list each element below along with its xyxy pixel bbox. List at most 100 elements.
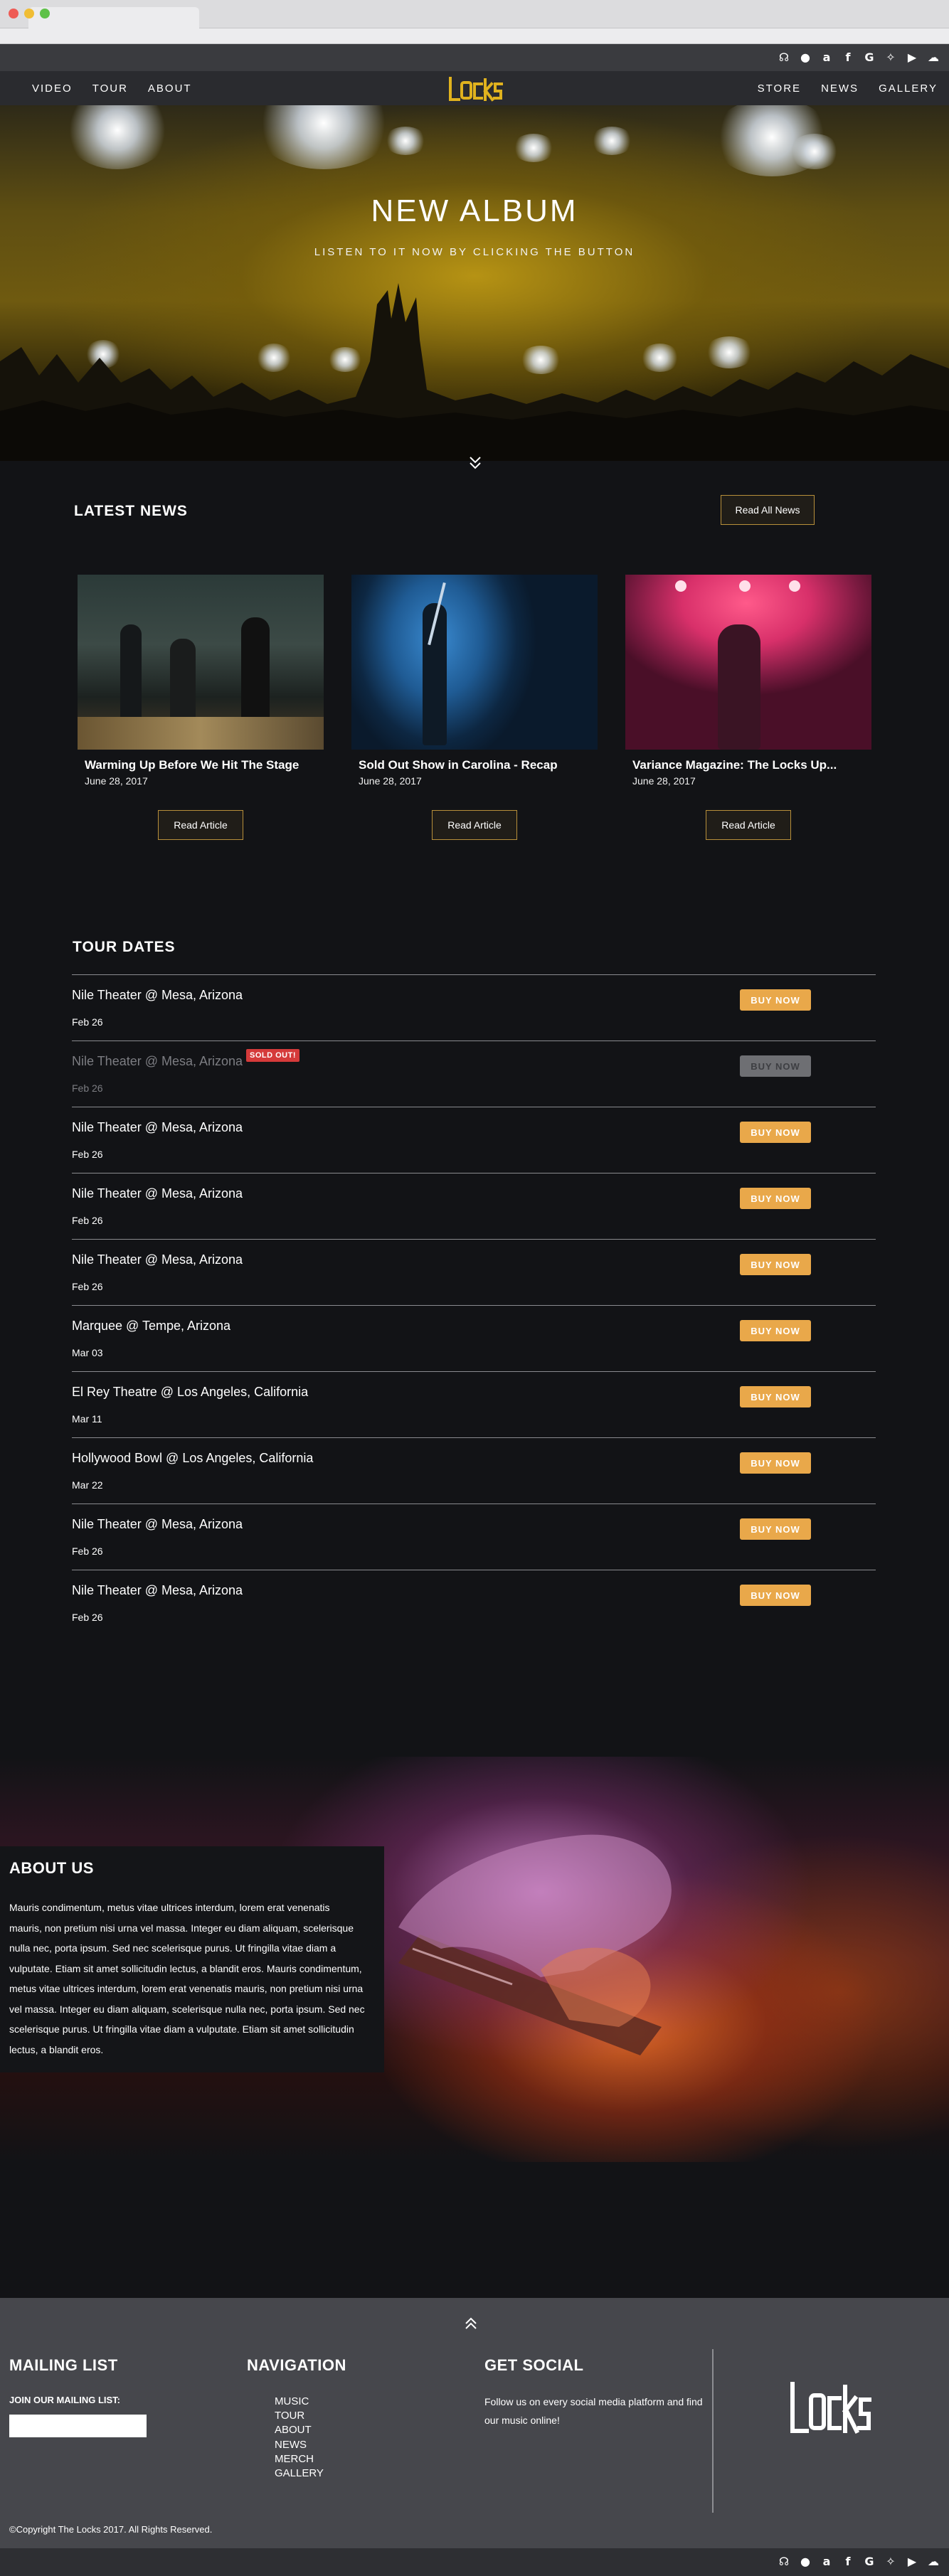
footer-nav-tour[interactable]: TOUR <box>275 2409 324 2423</box>
get-social-text: Follow us on every social media platform… <box>484 2396 703 2426</box>
nav-left: VIDEO TOUR ABOUT <box>32 71 192 105</box>
news-card-date: June 28, 2017 <box>632 775 696 787</box>
buy-now-button[interactable]: BUY NOW <box>740 1254 811 1275</box>
headphones-icon[interactable]: ☊ <box>778 51 790 64</box>
amazon-icon[interactable]: a <box>821 51 832 64</box>
tour-date: Mar 11 <box>72 1413 102 1425</box>
nav-item-news[interactable]: NEWS <box>821 83 859 95</box>
tour-row: Nile Theater @ Mesa, Arizona Feb 26 BUY … <box>72 1570 876 1636</box>
mailing-list-email-input[interactable] <box>9 2415 147 2437</box>
tour-venue: El Rey Theatre @ Los Angeles, California <box>72 1385 309 1399</box>
read-article-button[interactable]: Read Article <box>432 810 517 840</box>
nav-item-video[interactable]: VIDEO <box>32 83 73 95</box>
buy-now-button[interactable]: BUY NOW <box>740 989 811 1011</box>
footer-nav-merch[interactable]: MERCH <box>275 2452 324 2466</box>
get-social-title: GET SOCIAL <box>484 2356 584 2374</box>
chevron-up-icon[interactable] <box>464 2316 478 2331</box>
tour-venue: Nile Theater @ Mesa, Arizona <box>72 1252 243 1267</box>
tour-row: Nile Theater @ Mesa, Arizona Feb 26 BUY … <box>72 974 876 1040</box>
soundcloud-icon[interactable]: ☁ <box>928 2555 939 2568</box>
stage-light <box>590 127 633 155</box>
news-card-image[interactable] <box>78 575 324 750</box>
stage-floor <box>78 717 324 750</box>
nav-item-gallery[interactable]: GALLERY <box>879 83 938 95</box>
about-us-panel: ABOUT US Mauris condimentum, metus vitae… <box>0 1846 384 2072</box>
buy-now-button[interactable]: BUY NOW <box>740 1122 811 1143</box>
stage-light <box>253 105 395 169</box>
news-card[interactable]: Variance Magazine: The Locks Up... June … <box>625 575 871 787</box>
read-all-news-button[interactable]: Read All News <box>721 495 815 525</box>
tour-row: Nile Theater @ Mesa, Arizona Feb 26 BUY … <box>72 1173 876 1239</box>
footer-nav-gallery[interactable]: GALLERY <box>275 2466 324 2481</box>
tour-date: Feb 26 <box>72 1149 103 1160</box>
nav-item-about[interactable]: ABOUT <box>148 83 192 95</box>
tour-dates-title: TOUR DATES <box>73 939 176 955</box>
tour-row: El Rey Theatre @ Los Angeles, California… <box>72 1371 876 1437</box>
minimize-window-dot[interactable] <box>24 9 34 18</box>
google-icon[interactable]: G <box>864 51 875 64</box>
soundcloud-icon[interactable]: ☁ <box>928 51 939 64</box>
tour-venue: Nile Theater @ Mesa, Arizona <box>72 1120 243 1134</box>
amazon-icon[interactable]: a <box>821 2555 832 2568</box>
nav-item-tour[interactable]: TOUR <box>92 83 128 95</box>
close-window-dot[interactable] <box>9 9 18 18</box>
social-icons-bottom: ☊ ● a f G ✧ ▶ ☁ <box>778 2555 939 2568</box>
footer-nav-music[interactable]: MUSIC <box>275 2395 324 2409</box>
band-member-figure <box>120 624 142 731</box>
news-card-image[interactable] <box>351 575 598 750</box>
buy-now-button[interactable]: BUY NOW <box>740 1386 811 1407</box>
stage-light-dot <box>675 580 686 592</box>
tour-date: Mar 03 <box>72 1347 103 1358</box>
tour-date: Mar 22 <box>72 1479 103 1491</box>
nav-item-store[interactable]: STORE <box>758 83 801 95</box>
locks-logo[interactable] <box>446 75 503 104</box>
twitter-icon[interactable]: ✧ <box>885 2555 896 2568</box>
footer-locks-logo[interactable] <box>787 2378 872 2439</box>
tour-row: Marquee @ Tempe, Arizona Mar 03 BUY NOW <box>72 1305 876 1371</box>
footer-nav-about[interactable]: ABOUT <box>275 2423 324 2437</box>
news-card-title[interactable]: Warming Up Before We Hit The Stage <box>78 758 324 772</box>
news-card[interactable]: Sold Out Show in Carolina - Recap June 2… <box>351 575 598 787</box>
news-card-image[interactable] <box>625 575 871 750</box>
tour-date: Feb 26 <box>72 1281 103 1292</box>
browser-url-bar[interactable] <box>0 28 949 44</box>
buy-now-button[interactable]: BUY NOW <box>740 1320 811 1341</box>
chevron-down-icon[interactable] <box>468 455 482 471</box>
navigation-title: NAVIGATION <box>247 2356 346 2374</box>
news-card-title[interactable]: Variance Magazine: The Locks Up... <box>625 758 871 772</box>
nav-right: STORE NEWS GALLERY <box>758 71 938 105</box>
apple-icon[interactable]: ● <box>800 51 811 64</box>
news-card-title[interactable]: Sold Out Show in Carolina - Recap <box>351 758 598 772</box>
apple-icon[interactable]: ● <box>800 2555 811 2568</box>
social-icons-top: ☊ ● a f G ✧ ▶ ☁ <box>778 51 939 64</box>
youtube-icon[interactable]: ▶ <box>906 2555 918 2568</box>
buy-now-button-disabled: BUY NOW <box>740 1055 811 1077</box>
twitter-icon[interactable]: ✧ <box>885 51 896 64</box>
tour-dates-list: Nile Theater @ Mesa, Arizona Feb 26 BUY … <box>72 974 876 1636</box>
youtube-icon[interactable]: ▶ <box>906 51 918 64</box>
tour-date: Feb 26 <box>72 1545 103 1557</box>
tour-row: Hollywood Bowl @ Los Angeles, California… <box>72 1437 876 1503</box>
read-article-button[interactable]: Read Article <box>706 810 791 840</box>
news-card[interactable]: Warming Up Before We Hit The Stage June … <box>78 575 324 787</box>
crowd-silhouette <box>0 283 949 461</box>
mailing-list-title: MAILING LIST <box>9 2356 118 2374</box>
headphones-icon[interactable]: ☊ <box>778 2555 790 2568</box>
google-icon[interactable]: G <box>864 2555 875 2568</box>
read-article-button[interactable]: Read Article <box>158 810 243 840</box>
stage-light <box>64 105 171 169</box>
facebook-icon[interactable]: f <box>842 2555 854 2568</box>
hero-subtitle[interactable]: LISTEN TO IT NOW BY CLICKING THE BUTTON <box>0 246 949 258</box>
tour-venue: Hollywood Bowl @ Los Angeles, California <box>72 1451 314 1465</box>
maximize-window-dot[interactable] <box>40 9 50 18</box>
buy-now-button[interactable]: BUY NOW <box>740 1452 811 1474</box>
facebook-icon[interactable]: f <box>842 51 854 64</box>
browser-tab[interactable] <box>28 7 199 29</box>
footer-nav-list: MUSIC TOUR ABOUT NEWS MERCH GALLERY <box>275 2395 324 2481</box>
footer-nav-news[interactable]: NEWS <box>275 2438 324 2452</box>
latest-news-title: LATEST NEWS <box>74 503 188 519</box>
stage-light <box>512 134 555 162</box>
buy-now-button[interactable]: BUY NOW <box>740 1188 811 1209</box>
buy-now-button[interactable]: BUY NOW <box>740 1518 811 1540</box>
buy-now-button[interactable]: BUY NOW <box>740 1585 811 1606</box>
